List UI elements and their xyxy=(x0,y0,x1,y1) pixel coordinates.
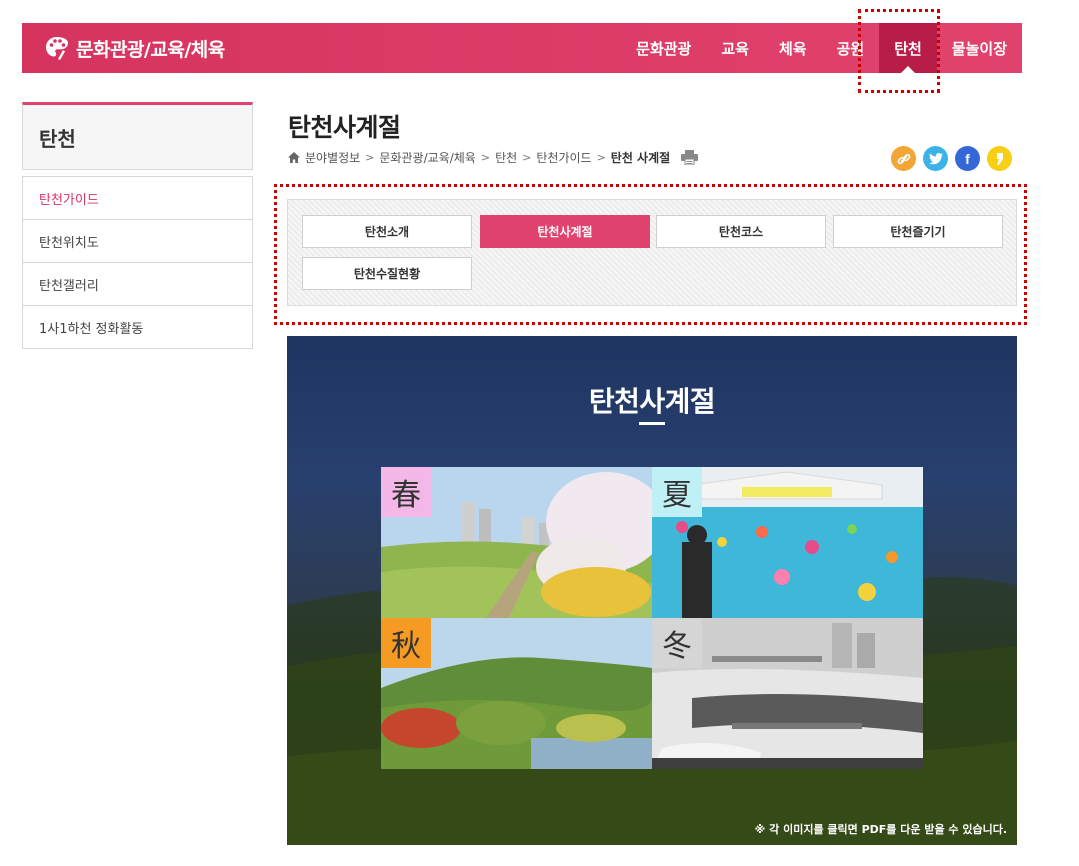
logo-text: 문화관광/교육/체육 xyxy=(76,38,225,61)
menu-item-education[interactable]: 교육 xyxy=(706,23,764,73)
menu-item-culture[interactable]: 문화관광 xyxy=(621,23,706,73)
site-logo[interactable]: 문화관광/교육/체육 xyxy=(44,35,225,61)
kakaostory-icon[interactable] xyxy=(987,146,1012,171)
link-icon[interactable] xyxy=(891,146,916,171)
tab-intro[interactable]: 탄천소개 xyxy=(302,215,472,248)
sidebar-title: 탄천 xyxy=(22,102,253,170)
sidebar-item-guide[interactable]: 탄천가이드 xyxy=(23,177,252,220)
season-label-summer: 夏 xyxy=(652,467,702,517)
share-buttons: f xyxy=(891,146,1012,171)
facebook-icon[interactable]: f xyxy=(955,146,980,171)
spring-photo[interactable]: 春 xyxy=(381,467,652,618)
home-icon[interactable] xyxy=(288,152,300,163)
page-title: 탄천사계절 xyxy=(288,113,401,142)
tab-course[interactable]: 탄천코스 xyxy=(656,215,826,248)
breadcrumb-current: 탄천 사계절 xyxy=(610,151,671,165)
breadcrumb: 분야별정보 > 문화관광/교육/체육 > 탄천 > 탄천가이드 > 탄천 사계절 xyxy=(288,149,699,166)
winter-photo[interactable]: 冬 xyxy=(652,618,923,769)
print-icon[interactable] xyxy=(681,150,699,165)
tab-enjoy[interactable]: 탄천즐기기 xyxy=(833,215,1003,248)
tab-four-seasons[interactable]: 탄천사계절 xyxy=(480,215,650,248)
main-menu: 문화관광 교육 체육 공원 탄천 물놀이장 xyxy=(621,23,1022,73)
highlight-box-menu xyxy=(858,9,940,93)
palette-icon xyxy=(46,37,68,60)
four-seasons-visual: 탄천사계절 春 夏 秋 冬 ※ 각 이미지를 클릭면 PDF를 다운 받을 수 … xyxy=(287,336,1017,845)
breadcrumb-item[interactable]: 문화관광/교육/체육 xyxy=(379,149,475,166)
menu-item-waterpark[interactable]: 물놀이장 xyxy=(937,23,1022,73)
chevron-right-icon: > xyxy=(480,151,491,164)
autumn-photo[interactable]: 秋 xyxy=(381,618,652,769)
chevron-right-icon: > xyxy=(365,151,375,164)
tab-water-quality[interactable]: 탄천수질현황 xyxy=(302,257,472,290)
sidebar-item-location-map[interactable]: 탄천위치도 xyxy=(23,220,252,263)
twitter-icon[interactable] xyxy=(923,146,948,171)
sidebar-item-gallery[interactable]: 탄천갤러리 xyxy=(23,263,252,306)
title-underline xyxy=(639,422,665,425)
breadcrumb-item[interactable]: 탄천 xyxy=(495,149,517,166)
breadcrumb-item[interactable]: 분야별정보 xyxy=(305,149,360,166)
summer-photo[interactable]: 夏 xyxy=(652,467,923,618)
visual-title: 탄천사계절 xyxy=(588,385,716,418)
season-label-spring: 春 xyxy=(381,467,431,517)
chevron-right-icon: > xyxy=(522,151,532,164)
download-notice: ※ 각 이미지를 클릭면 PDF를 다운 받을 수 있습니다. xyxy=(754,823,1007,836)
chevron-right-icon: > xyxy=(596,151,606,164)
breadcrumb-item[interactable]: 탄천가이드 xyxy=(536,149,591,166)
menu-item-sports[interactable]: 체육 xyxy=(764,23,822,73)
season-label-winter: 冬 xyxy=(652,618,702,668)
sidebar-item-cleanup-activity[interactable]: 1사1하천 정화활동 xyxy=(23,306,252,349)
sidebar-menu: 탄천가이드 탄천위치도 탄천갤러리 1사1하천 정화활동 xyxy=(22,176,253,349)
season-label-autumn: 秋 xyxy=(381,618,431,668)
sub-tab-box: 탄천소개 탄천사계절 탄천코스 탄천즐기기 탄천수질현황 xyxy=(287,199,1017,306)
